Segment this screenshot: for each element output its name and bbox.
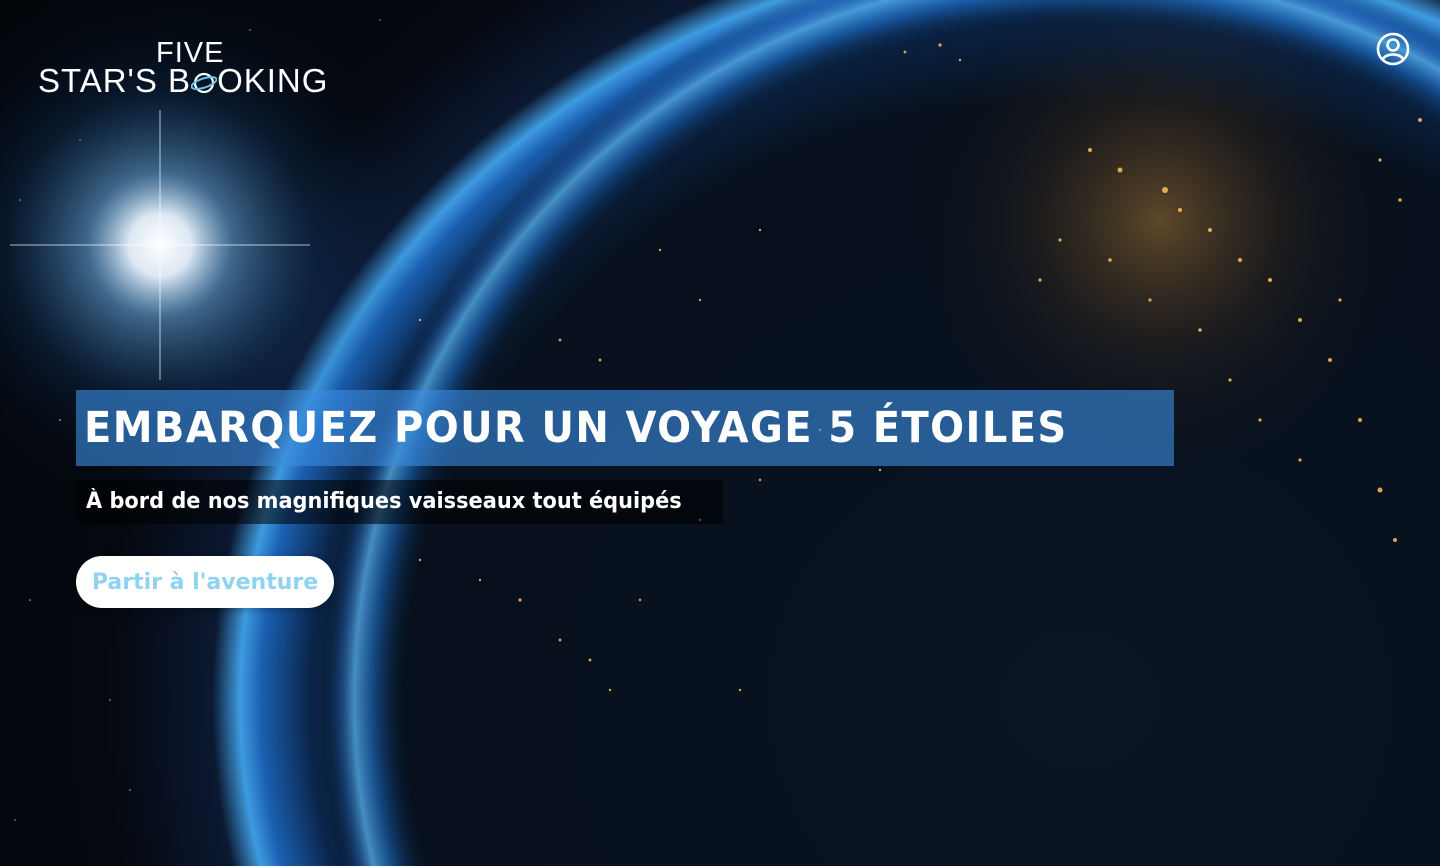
user-account-icon[interactable] — [1376, 32, 1410, 66]
subtitle-highlight: À bord de nos magnifiques vaisseaux tout… — [76, 480, 724, 524]
hero-headline: EMBARQUEZ POUR UN VOYAGE 5 ÉTOILES — [84, 403, 1068, 453]
planet-ring-icon — [190, 66, 218, 94]
hero-subtitle: À bord de nos magnifiques vaisseaux tout… — [86, 489, 682, 514]
headline-highlight: EMBARQUEZ POUR UN VOYAGE 5 ÉTOILES — [76, 390, 1174, 466]
brand-logo[interactable]: FIVE STAR'S B OKING — [38, 38, 348, 100]
site-header: FIVE STAR'S B OKING — [0, 0, 1440, 110]
hero-content: EMBARQUEZ POUR UN VOYAGE 5 ÉTOILES À bor… — [76, 390, 1176, 608]
start-adventure-button[interactable]: Partir à l'aventure — [76, 556, 334, 608]
logo-main-part1: STAR'S B — [38, 62, 192, 99]
logo-main-text: STAR'S B OKING — [38, 64, 328, 98]
hero-section: FIVE STAR'S B OKING EMBARQUEZ POUR UN VOY… — [0, 0, 1440, 866]
logo-main-part2: OKING — [217, 62, 329, 99]
